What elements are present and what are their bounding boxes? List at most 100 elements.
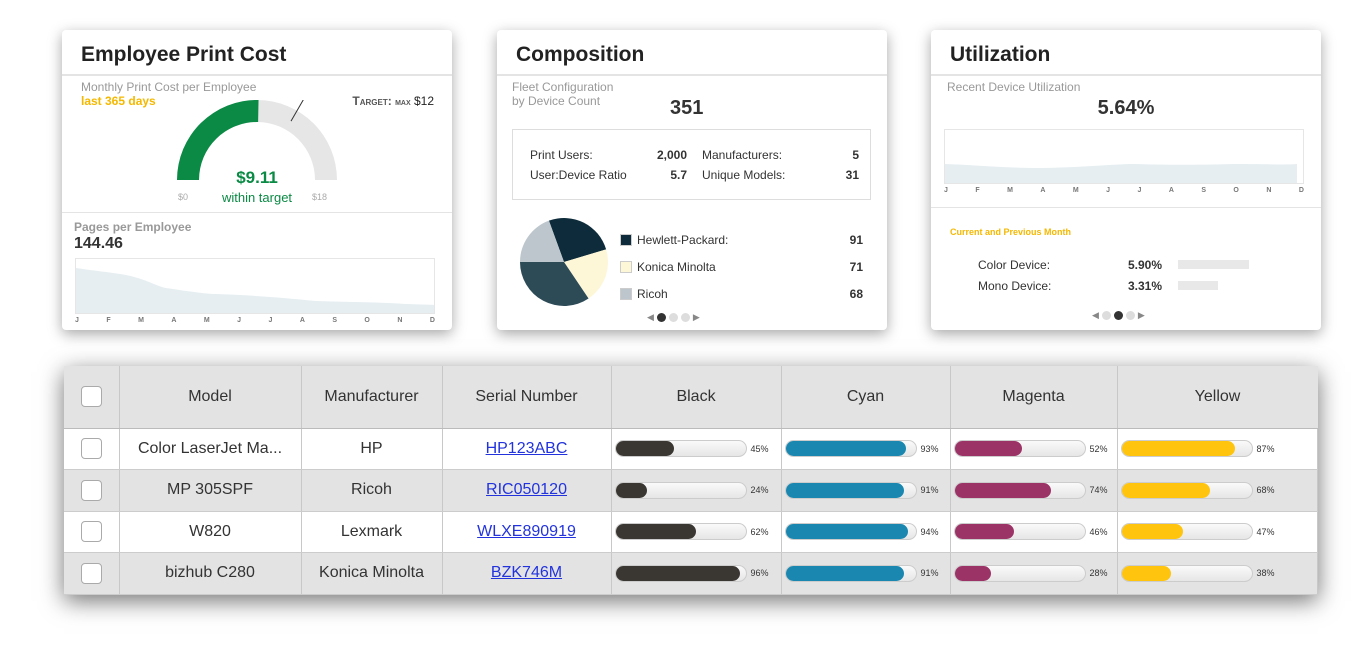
pie-legend: Hewlett-Packard: 91 Konica Minolta 71 Ricoh 6… (620, 226, 863, 307)
target-value: $12 (413, 94, 434, 108)
carousel-pager[interactable]: ◀ ▶ (647, 312, 700, 323)
pages-value: 144.46 (74, 235, 123, 252)
stat-label: Unique Models: (702, 168, 786, 182)
month-tick: J (237, 317, 242, 324)
prev-arrow-icon[interactable]: ◀ (1092, 310, 1099, 321)
black-level-text: 45% (750, 443, 769, 454)
prev-arrow-icon[interactable]: ◀ (647, 312, 654, 323)
stat-value: 5 (852, 148, 859, 162)
column-header-magenta[interactable]: Magenta (950, 366, 1118, 429)
card-title: Composition (497, 30, 887, 76)
row-checkbox[interactable] (80, 562, 102, 584)
util-row-value: 5.90% (1128, 258, 1163, 272)
yellow-level-fill (1121, 482, 1210, 498)
target-max: max (395, 97, 411, 108)
yellow-level-fill (1121, 565, 1171, 581)
cyan-level-text: 94% (920, 526, 939, 537)
gauge-min: $0 (178, 192, 189, 202)
column-header-serial[interactable]: Serial Number (442, 366, 612, 429)
serial-cell: RIC050120 (442, 469, 612, 512)
black-level-cell: 45% (611, 428, 782, 470)
util-subtitle: Recent Device Utilization (947, 80, 1081, 94)
manufacturer-cell: Konica Minolta (301, 552, 443, 595)
device-supplies-table: Model Manufacturer Serial Number Black C… (64, 366, 1318, 595)
column-header-manufacturer[interactable]: Manufacturer (301, 366, 443, 429)
cyan-level-fill (785, 565, 904, 581)
cyan-level-cell: 94% (781, 511, 951, 553)
cyan-level-bar (784, 440, 917, 458)
column-header-yellow[interactable]: Yellow (1117, 366, 1318, 429)
yellow-level-cell: 68% (1117, 469, 1318, 512)
card-title: Utilization (931, 30, 1321, 76)
util-sparkline (944, 129, 1304, 184)
black-level-bar (614, 481, 747, 499)
black-level-fill (615, 482, 647, 498)
page-dot[interactable] (1101, 311, 1111, 320)
stat-value: 31 (845, 168, 859, 182)
yellow-level-cell: 87% (1117, 428, 1318, 470)
column-header-black[interactable]: Black (611, 366, 782, 429)
black-level-bar (614, 564, 747, 582)
black-level-fill (615, 565, 741, 581)
column-header-cyan[interactable]: Cyan (781, 366, 951, 429)
row-checkbox[interactable] (80, 438, 102, 460)
black-level-text: 24% (750, 485, 769, 496)
month-tick: A (299, 317, 305, 324)
column-header-model[interactable]: Model (119, 366, 302, 429)
serial-link[interactable]: BZK746M (491, 564, 562, 581)
month-tick: J (944, 187, 948, 194)
page-dot[interactable] (656, 313, 666, 322)
month-tick: A (171, 317, 177, 324)
manufacturer-cell: Lexmark (301, 511, 443, 553)
serial-link[interactable]: RIC050120 (486, 481, 567, 498)
model-cell: bizhub C280 (119, 552, 302, 595)
serial-link[interactable]: WLXE890919 (477, 523, 576, 540)
month-tick: O (1233, 187, 1239, 194)
table-row[interactable]: W820 Lexmark WLXE890919 62% 94% 46% 47% (64, 511, 1318, 553)
cyan-level-bar (784, 564, 917, 582)
table-row[interactable]: Color LaserJet Ma... HP HP123ABC 45% 93% 52… (64, 428, 1318, 470)
yellow-level-text: 68% (1256, 485, 1275, 496)
table-row[interactable]: MP 305SPF Ricoh RIC050120 24% 91% 74% 68% (64, 469, 1318, 512)
month-tick: J (268, 317, 273, 324)
yellow-level-text: 38% (1256, 568, 1275, 579)
cost-subtitle: Monthly Print Cost per Employee (81, 80, 257, 94)
cyan-level-cell: 91% (781, 469, 951, 512)
next-arrow-icon[interactable]: ▶ (1138, 310, 1145, 321)
manufacturer-cell: Ricoh (301, 469, 443, 512)
model-cell: W820 (119, 511, 302, 553)
cyan-level-bar (784, 481, 917, 499)
serial-cell: WLXE890919 (442, 511, 612, 553)
serial-link[interactable]: HP123ABC (486, 440, 568, 457)
page-dot[interactable] (680, 313, 690, 322)
stat-label: Print Users: (530, 148, 593, 162)
row-select-cell (64, 511, 120, 553)
legend-label: Ricoh (637, 286, 668, 301)
magenta-level-bar (953, 440, 1086, 458)
table-row[interactable]: bizhub C280 Konica Minolta BZK746M 96% 91%… (64, 552, 1318, 595)
month-tick: S (332, 317, 337, 324)
row-checkbox[interactable] (80, 521, 102, 543)
yellow-level-text: 87% (1256, 443, 1275, 454)
model-cell: MP 305SPF (119, 469, 302, 512)
carousel-pager[interactable]: ◀ ▶ (1092, 310, 1145, 321)
legend-item: Ricoh 68 (620, 280, 863, 307)
util-row-bar (1178, 260, 1249, 269)
cyan-level-cell: 93% (781, 428, 951, 470)
black-level-text: 62% (750, 526, 769, 537)
magenta-level-fill (954, 524, 1015, 540)
month-tick: J (75, 317, 79, 324)
page-dot[interactable] (1113, 311, 1123, 320)
page-dot[interactable] (1125, 311, 1135, 320)
page-dot[interactable] (668, 313, 678, 322)
select-all-checkbox[interactable] (80, 386, 102, 408)
month-tick: D (1298, 187, 1304, 194)
gauge-max: $18 (312, 192, 328, 202)
legend-label: Konica Minolta (637, 259, 716, 274)
next-arrow-icon[interactable]: ▶ (693, 312, 700, 323)
row-checkbox[interactable] (80, 479, 102, 501)
month-tick: M (203, 317, 210, 324)
cyan-level-text: 91% (920, 568, 939, 579)
stat-value: 2,000 (656, 148, 687, 162)
sparkline-area (76, 268, 434, 313)
